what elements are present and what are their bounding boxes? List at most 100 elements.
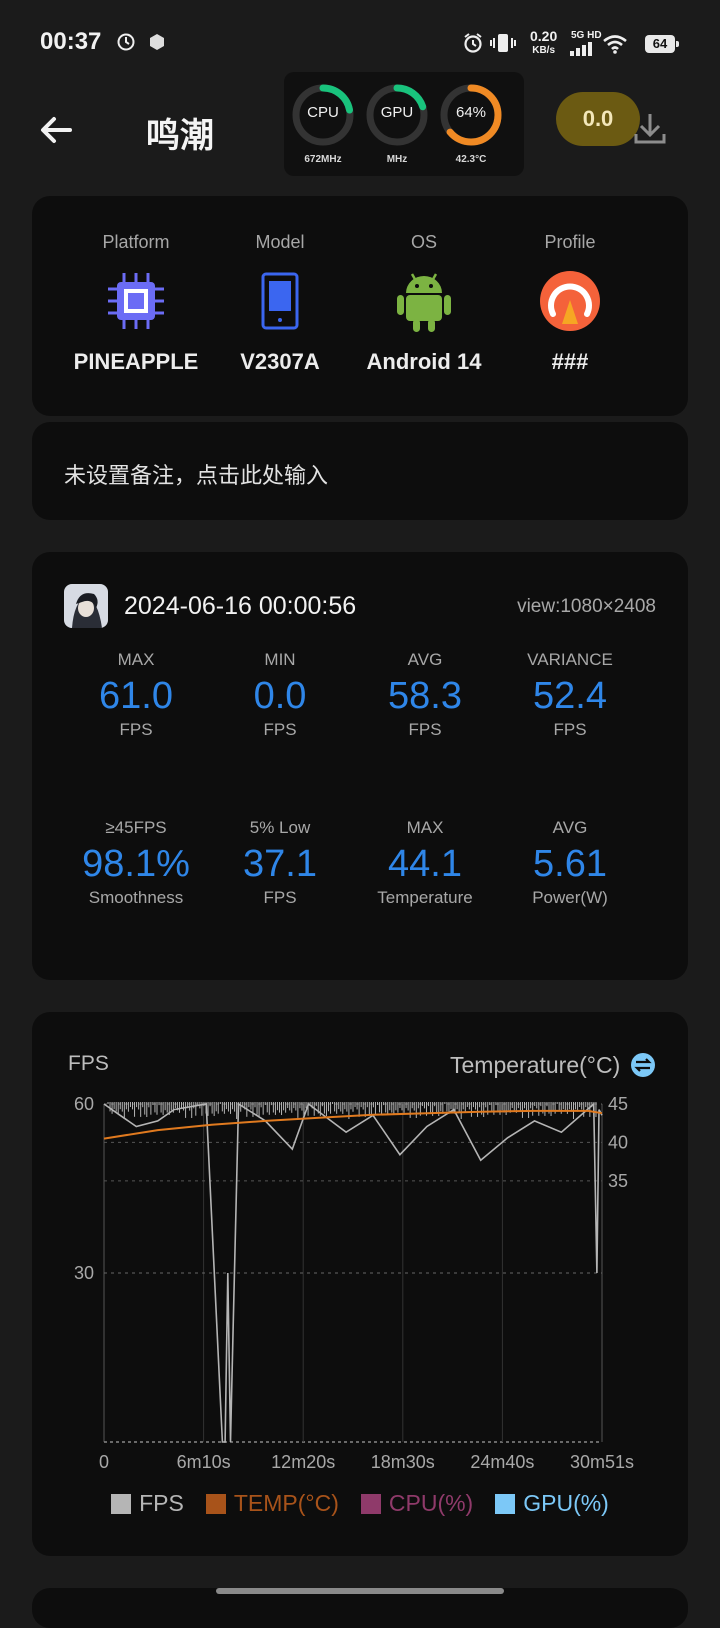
stat-unit: FPS — [553, 720, 587, 739]
stat-unit: FPS — [119, 720, 153, 739]
stat-max-temperature: MAX 44.1 Temperature — [351, 818, 499, 908]
stat-unit: FPS — [263, 888, 297, 907]
stat-5pct-low: 5% Low 37.1 FPS — [206, 818, 354, 908]
stat-value: 37.1 — [243, 843, 317, 885]
stat-unit: Smoothness — [88, 888, 184, 907]
performance-monitor[interactable]: CPU 672MHz GPU MHz 64% 42.3°C — [284, 72, 524, 176]
battery-gauge: 64% 42.3°C — [438, 82, 504, 165]
game-avatar — [64, 584, 108, 628]
back-button[interactable] — [34, 108, 78, 152]
fps-chart-card: 0 6m10s 12m20s 18m30s 24m40s 30m51s 60 30 45 40 35… — [32, 1012, 688, 1556]
view-resolution: view:1080×2408 — [517, 596, 656, 617]
gpu-gauge: GPU MHz — [364, 82, 430, 165]
session-datetime: 2024-06-16 00:00:56 — [124, 592, 357, 620]
network-type: 5G HD — [571, 30, 602, 41]
hexagon-notification-icon — [150, 34, 164, 50]
stat-value: 44.1 — [388, 843, 462, 885]
stat-label: MAX — [406, 818, 444, 837]
stat-value: 58.3 — [388, 675, 462, 717]
stat-value: 52.4 — [533, 675, 607, 717]
stat-label: AVG — [552, 818, 588, 837]
session-stats-card: 2024-06-16 00:00:56 view:1080×2408 MAX 6… — [32, 552, 688, 980]
swap-axis-icon[interactable] — [630, 1052, 656, 1078]
stat-label: VARIANCE — [527, 650, 613, 669]
stat-unit: Temperature — [377, 888, 473, 907]
chart-legend: FPS TEMP(°C) CPU(%) GPU(%) — [32, 1490, 688, 1517]
os-value: Android 14 — [366, 349, 482, 374]
profile-info[interactable]: Profile ### — [488, 196, 652, 375]
android-icon — [397, 273, 451, 332]
legend-label: CPU(%) — [388, 1490, 474, 1516]
vibrate-icon — [490, 34, 516, 52]
stat-smoothness: ≥45FPS 98.1% Smoothness — [62, 818, 210, 908]
stat-value: 5.61 — [533, 843, 607, 885]
platform-info: Platform PINEAPPLE — [54, 196, 218, 375]
platform-value: PINEAPPLE — [73, 349, 199, 374]
y-right-tick-label: 40 — [608, 1132, 628, 1152]
legend-label: TEMP(°C) — [233, 1490, 339, 1516]
gpu-frequency: MHz — [386, 154, 408, 165]
temperature-axis-title: Temperature(°C) — [450, 1052, 621, 1078]
stat-unit: FPS — [263, 720, 297, 739]
stat-value: 98.1% — [82, 843, 190, 885]
y-left-tick-label: 30 — [74, 1263, 94, 1283]
fps-series-line — [103, 1102, 603, 1443]
legend-swatch — [495, 1493, 516, 1514]
x-tick-label: 18m30s — [371, 1452, 435, 1472]
net-speed-value: 0.20 — [530, 28, 558, 44]
stat-variance: VARIANCE 52.4 FPS — [496, 650, 644, 740]
signal-icon — [570, 42, 592, 56]
cpu-frequency: 672MHz — [304, 154, 342, 165]
alarm-icon — [464, 33, 482, 53]
stat-label: MIN — [264, 650, 296, 669]
legend-item[interactable]: FPS — [111, 1490, 184, 1517]
legend-item[interactable]: TEMP(°C) — [205, 1490, 339, 1517]
stat-label: AVG — [407, 650, 443, 669]
page-title: 鸣潮 — [146, 117, 214, 155]
next-card — [32, 1588, 688, 1628]
net-speed: 0.20 KB/s — [530, 28, 558, 57]
phone-icon — [261, 272, 299, 330]
legend-label: FPS — [139, 1490, 184, 1516]
legend-label: GPU(%) — [523, 1490, 609, 1516]
profile-label: Profile — [544, 232, 596, 252]
stat-unit: Power(W) — [532, 888, 608, 907]
legend-item[interactable]: CPU(%) — [360, 1490, 474, 1517]
x-tick-label: 30m51s — [570, 1452, 634, 1472]
clock-icon — [117, 33, 135, 51]
legend-swatch — [111, 1493, 132, 1514]
x-tick-label: 0 — [99, 1452, 109, 1472]
legend-item[interactable]: GPU(%) — [495, 1490, 609, 1517]
profile-value: ### — [551, 349, 589, 374]
cpu-label: CPU — [307, 104, 339, 121]
profile-gauge-icon — [540, 271, 600, 331]
note-field[interactable]: 未设置备注，点击此处输入 — [32, 422, 688, 520]
download-icon[interactable] — [630, 108, 670, 148]
fps-temperature-chart[interactable]: 0 6m10s 12m20s 18m30s 24m40s 30m51s 60 30 45 40 35 — [32, 1012, 688, 1482]
os-info: OS Android 14 — [342, 196, 506, 375]
model-info: Model V2307A — [198, 196, 362, 375]
y-right-tick-label: 45 — [608, 1094, 628, 1114]
battery-temperature: 42.3°C — [455, 154, 487, 165]
chip-icon — [108, 273, 164, 329]
note-placeholder: 未设置备注，点击此处输入 — [64, 463, 329, 488]
battery-percent: 64% — [455, 104, 487, 121]
home-indicator[interactable] — [216, 1588, 504, 1594]
battery-indicator: 64 — [645, 35, 679, 53]
stat-value: 61.0 — [99, 675, 173, 717]
stat-label: MAX — [117, 650, 155, 669]
y-left-tick-label: 60 — [74, 1094, 94, 1114]
model-value: V2307A — [240, 349, 320, 374]
os-label: OS — [410, 232, 437, 252]
y-right-tick-label: 35 — [608, 1171, 628, 1191]
stat-label: ≥45FPS — [105, 818, 167, 837]
net-speed-unit: KB/s — [532, 45, 556, 56]
legend-swatch — [360, 1493, 381, 1514]
stat-max-fps: MAX 61.0 FPS — [62, 650, 210, 740]
gpu-label: GPU — [380, 104, 414, 121]
x-tick-label: 6m10s — [177, 1452, 231, 1472]
stat-unit: FPS — [408, 720, 442, 739]
stat-avg-power: AVG 5.61 Power(W) — [496, 818, 644, 908]
score-badge[interactable]: 0.0 — [556, 92, 640, 146]
status-time: 00:37 — [40, 28, 102, 55]
